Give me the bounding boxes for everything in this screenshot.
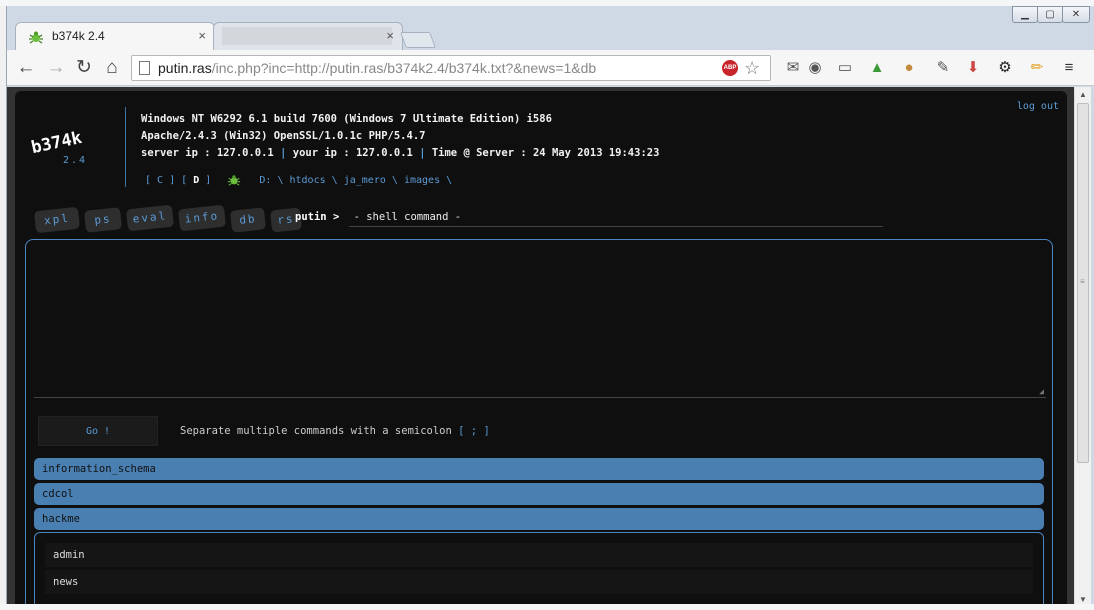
tab-close-icon[interactable]: × <box>198 28 206 43</box>
page-icon <box>139 61 150 75</box>
separator: | <box>419 147 426 159</box>
tab-title: b374k 2.4 <box>52 29 105 43</box>
shell-logo: b374k <box>29 127 84 159</box>
browser-toolbar: ← → ↻ ⌂ putin.ras/inc.php?inc=http://put… <box>7 50 1094 86</box>
tab-eval[interactable]: eval <box>125 204 175 232</box>
ruler-icon[interactable]: ▭ <box>835 58 855 78</box>
path-drive[interactable]: D: <box>259 175 271 186</box>
reload-button[interactable]: ↻ <box>73 57 95 79</box>
path-ja-mero[interactable]: ja_mero <box>344 175 386 186</box>
shell-version: 2.4 <box>63 155 88 166</box>
home-button[interactable]: ⌂ <box>101 57 123 79</box>
bug-icon <box>228 175 241 186</box>
scroll-up-icon[interactable]: ▲ <box>1079 90 1087 99</box>
path-separator: \ <box>391 175 398 186</box>
drive-d-link[interactable]: D <box>193 175 199 186</box>
go-button[interactable]: Go ! <box>38 416 158 446</box>
os-bottom-strip <box>0 604 1094 610</box>
back-button[interactable]: ← <box>15 57 37 79</box>
vertical-scrollbar[interactable]: ▲ ≡ ▼ <box>1074 87 1091 610</box>
server-ip: server ip : 127.0.0.1 <box>141 147 274 159</box>
prompt-user: putin <box>295 211 327 223</box>
pencil-icon[interactable]: ✏ <box>1027 58 1047 78</box>
browser-window: ▁ ▢ ✕ b374k 2.4 × × ← → ↻ ⌂ putin.ras/in… <box>6 6 1094 610</box>
eyedropper-icon[interactable]: ✎ <box>933 58 953 78</box>
scroll-down-icon[interactable]: ▼ <box>1079 595 1087 604</box>
bookmark-star-icon[interactable]: ☆ <box>744 56 760 80</box>
drive-d-bracket-close: ] <box>205 175 212 186</box>
page-viewport: b374k 2.4 log out Windows NT W6292 6.1 b… <box>7 87 1074 610</box>
command-hint: Separate multiple commands with a semico… <box>180 425 490 437</box>
download-icon[interactable]: ⬇ <box>963 58 983 78</box>
cookie-icon[interactable]: ● <box>899 58 919 78</box>
prompt-mode: - shell command - <box>353 211 462 223</box>
tab-info[interactable]: info <box>177 204 227 232</box>
path-separator: \ <box>446 175 453 186</box>
adblock-icon[interactable]: ABP <box>722 60 738 76</box>
arrow-up-icon[interactable]: ▲ <box>867 58 887 78</box>
gear-icon[interactable]: ⚙ <box>995 58 1015 78</box>
prompt-symbol: > <box>332 211 340 223</box>
path-separator: \ <box>277 175 284 186</box>
your-ip: your ip : 127.0.0.1 <box>292 147 413 159</box>
resize-handle-icon[interactable]: ◢ <box>1039 387 1044 396</box>
url-host: putin.ras <box>158 60 212 76</box>
blurred-tab-title <box>222 27 392 45</box>
logout-link[interactable]: log out <box>1017 101 1059 112</box>
bug-favicon-icon <box>29 31 43 44</box>
tab-xpl[interactable]: xpl <box>33 206 81 234</box>
b374k-shell: b374k 2.4 log out Windows NT W6292 6.1 b… <box>15 91 1067 610</box>
table-list-panel: admin news <box>34 532 1044 610</box>
address-bar[interactable]: putin.ras/inc.php?inc=http://putin.ras/b… <box>131 55 771 81</box>
forward-button[interactable]: → <box>45 57 67 79</box>
table-row-news[interactable]: news <box>45 570 1033 594</box>
tab-close-icon[interactable]: × <box>386 28 394 43</box>
database-row-cdcol[interactable]: cdcol <box>34 483 1044 505</box>
path-htdocs[interactable]: htdocs <box>290 175 326 186</box>
path-separator: \ <box>331 175 338 186</box>
header-divider <box>125 107 126 187</box>
gmail-icon[interactable]: ✉ <box>783 58 803 78</box>
color-wheel-icon[interactable]: ◉ <box>805 58 825 78</box>
url-path: /inc.php?inc=http://putin.ras/b374k2.4/b… <box>211 60 597 76</box>
hint-text: Separate multiple commands with a semico… <box>180 425 452 437</box>
shell-prompt: putin > - shell command - <box>295 211 461 223</box>
database-row-information-schema[interactable]: information_schema <box>34 458 1044 480</box>
prompt-underline <box>349 226 883 227</box>
scroll-grip-icon: ≡ <box>1080 277 1085 286</box>
separator: | <box>280 147 287 159</box>
browser-tab-b374k[interactable]: b374k 2.4 × <box>15 22 215 50</box>
tab-db[interactable]: db <box>229 207 267 233</box>
menu-icon[interactable]: ≡ <box>1059 58 1079 78</box>
drive-path-bar: [ C ] [ D ] D: \ htdocs \ ja_mero \ imag… <box>145 173 452 187</box>
new-tab-button[interactable] <box>400 32 436 48</box>
tab-ps[interactable]: ps <box>83 207 123 233</box>
shell-command-panel: ◢ Go ! Separate multiple commands with a… <box>25 239 1053 610</box>
drive-d-bracket-open: [ <box>181 175 188 186</box>
command-textarea[interactable]: ◢ <box>34 248 1046 398</box>
path-images[interactable]: images <box>404 175 440 186</box>
drive-c-link[interactable]: [ C ] <box>145 175 175 186</box>
ip-time-line: server ip : 127.0.0.1 | your ip : 127.0.… <box>141 145 659 162</box>
system-info: Windows NT W6292 6.1 build 7600 (Windows… <box>141 111 659 162</box>
hint-semicolon: [ ; ] <box>458 425 490 437</box>
browser-tab-blurred[interactable]: × <box>213 22 403 50</box>
tab-strip: b374k 2.4 × × <box>7 16 1094 50</box>
table-row-admin[interactable]: admin <box>45 543 1033 567</box>
os-info: Windows NT W6292 6.1 build 7600 (Windows… <box>141 113 552 125</box>
server-software: Apache/2.4.3 (Win32) OpenSSL/1.0.1c PHP/… <box>141 130 426 142</box>
database-row-hackme[interactable]: hackme <box>34 508 1044 530</box>
server-time: Time @ Server : 24 May 2013 19:43:23 <box>431 147 660 159</box>
